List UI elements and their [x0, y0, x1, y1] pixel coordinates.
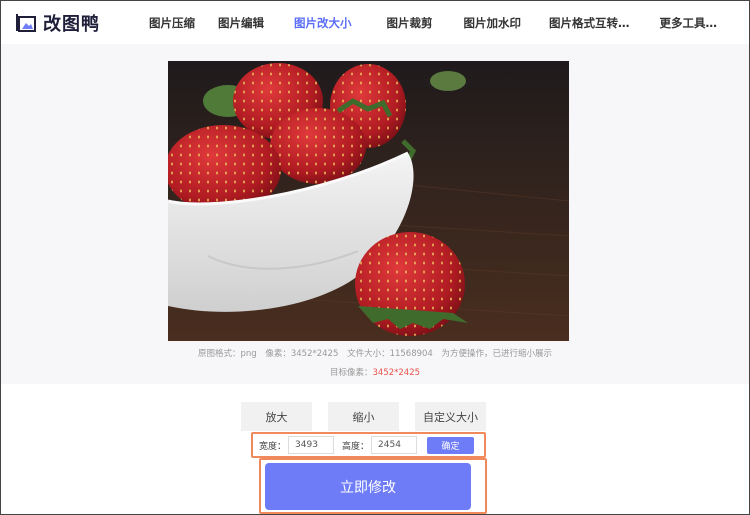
- nav-item-edit[interactable]: 图片编辑: [218, 15, 264, 31]
- target-pixels-value: 3452*2425: [372, 368, 421, 378]
- preview-image: [168, 61, 569, 341]
- nav-item-convert[interactable]: 图片格式互转…: [549, 15, 630, 31]
- shrink-button[interactable]: 缩小: [328, 402, 399, 431]
- submit-highlight: 立即修改: [259, 458, 487, 514]
- preview-stage: 原图格式：png 像素：3452*2425 文件大小：11568904 为方便操…: [1, 44, 749, 384]
- target-pixels-label: 目标像素：: [329, 368, 373, 378]
- main-nav: 图片压缩 图片编辑 图片改大小 图片裁剪 图片加水印 图片格式互转… 更多工具…: [149, 1, 717, 44]
- top-header: 改图鸭 图片压缩 图片编辑 图片改大小 图片裁剪 图片加水印 图片格式互转… 更…: [1, 1, 749, 44]
- display-note: 为方便操作，已进行缩小展示: [441, 349, 553, 359]
- original-format: 原图格式：png: [197, 349, 257, 359]
- height-input[interactable]: [371, 436, 418, 454]
- width-label: 宽度：: [259, 441, 287, 452]
- image-info: 原图格式：png 像素：3452*2425 文件大小：11568904 为方便操…: [1, 347, 749, 359]
- brand-name: 改图鸭: [43, 14, 100, 35]
- dimension-panel: 宽度： 高度： 确定: [251, 432, 486, 458]
- nav-item-crop[interactable]: 图片裁剪: [387, 15, 433, 31]
- nav-item-more[interactable]: 更多工具…: [660, 15, 718, 31]
- enlarge-button[interactable]: 放大: [241, 402, 312, 431]
- target-pixels: 目标像素：3452*2425: [1, 366, 749, 378]
- brand-logo[interactable]: 改图鸭: [15, 10, 100, 36]
- confirm-button[interactable]: 确定: [427, 436, 475, 454]
- custom-size-button[interactable]: 自定义大小: [415, 402, 486, 431]
- nav-item-watermark[interactable]: 图片加水印: [464, 15, 522, 31]
- nav-item-compress[interactable]: 图片压缩: [149, 15, 195, 31]
- logo-icon: [16, 14, 36, 32]
- file-size: 文件大小：11568904: [347, 349, 433, 359]
- height-label: 高度：: [342, 441, 370, 452]
- width-input[interactable]: [288, 436, 335, 454]
- submit-button[interactable]: 立即修改: [265, 463, 471, 510]
- original-pixels: 像素：3452*2425: [265, 349, 339, 359]
- nav-item-resize[interactable]: 图片改大小: [294, 15, 352, 31]
